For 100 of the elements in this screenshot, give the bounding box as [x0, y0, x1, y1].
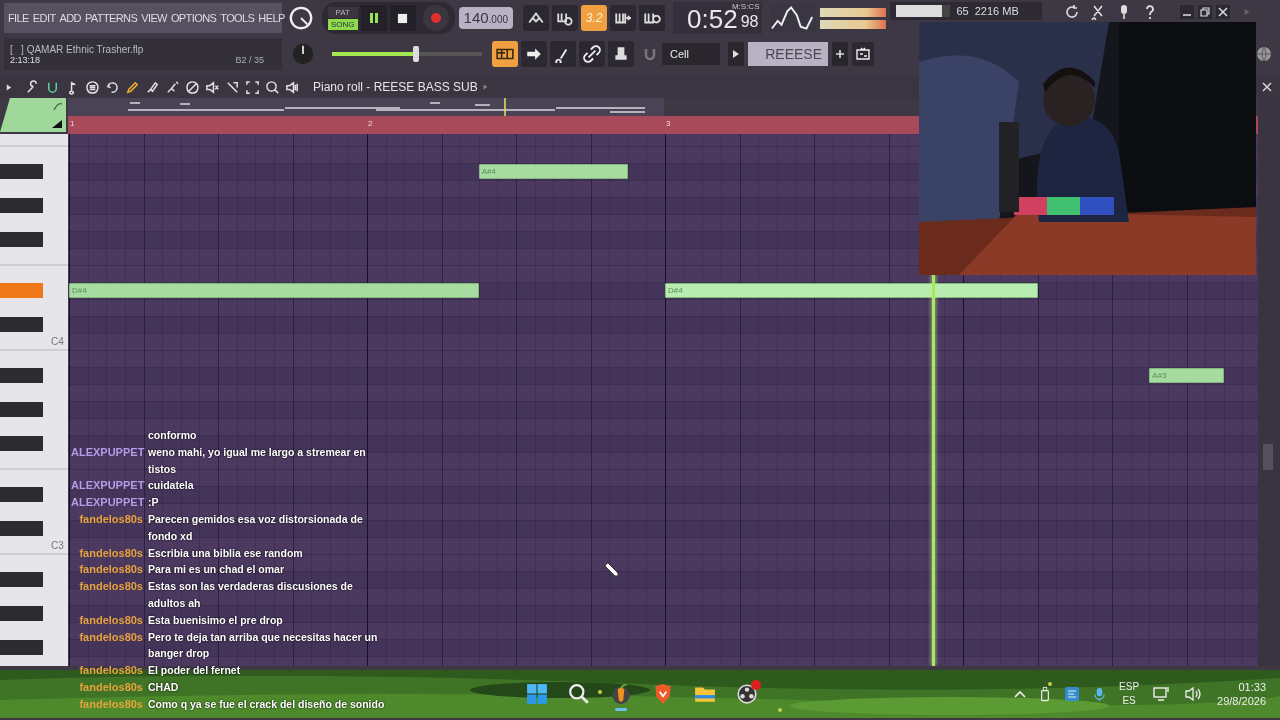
metronome-button[interactable]	[523, 5, 550, 31]
chat-username[interactable]: ALEXPUPPET	[71, 479, 145, 492]
volume-icon[interactable]	[1185, 686, 1204, 702]
wrench-icon[interactable]	[25, 79, 40, 95]
playlist-icon	[855, 46, 871, 62]
chat-username[interactable]: fandelos80s	[79, 563, 143, 576]
menu-item[interactable]: VIEW	[141, 12, 167, 24]
refresh-icon[interactable]	[1064, 4, 1081, 20]
tempo-field[interactable]: 140.000	[458, 7, 514, 29]
chat-username[interactable]: fandelos80s	[79, 630, 143, 643]
clock-time[interactable]: 01:33	[1238, 680, 1266, 694]
brush-icon[interactable]	[145, 79, 160, 95]
usb-drive-icon[interactable]	[1040, 686, 1051, 702]
undo-icon[interactable]	[105, 79, 120, 95]
select-icon[interactable]	[245, 79, 260, 95]
speaker-icon[interactable]	[285, 79, 300, 95]
bar-number: 1	[70, 119, 75, 128]
knob-icon[interactable]	[288, 5, 314, 31]
menu-item[interactable]: EDIT	[32, 12, 56, 24]
record-button[interactable]	[422, 5, 449, 31]
arrow-right-icon[interactable]	[728, 42, 744, 66]
stop-icon	[397, 12, 409, 24]
mode-option[interactable]: SONG	[328, 18, 358, 30]
active-indicator	[615, 708, 627, 711]
no-entry-icon[interactable]	[185, 79, 200, 95]
close-icon[interactable]	[1216, 5, 1231, 19]
menu-item[interactable]: ADD	[59, 12, 81, 24]
menu-item[interactable]: HELP	[258, 12, 285, 24]
slider-thumb[interactable]	[413, 46, 419, 62]
note-block[interactable]: A#4	[478, 164, 628, 179]
chat-username[interactable]: ALEXPUPPET	[71, 445, 145, 458]
mode-option[interactable]: PAT	[328, 6, 358, 18]
time-unit-label: M:S:CS	[731, 2, 760, 11]
close-icon[interactable]	[1262, 82, 1272, 92]
loop-record-button[interactable]	[552, 5, 579, 31]
chat-username[interactable]: ALEXPUPPET	[71, 496, 145, 509]
chevron-up-icon[interactable]	[1014, 690, 1027, 698]
arrow-right-button[interactable]	[521, 41, 547, 67]
app-tray-icon[interactable]	[1064, 686, 1081, 702]
lion-shield-icon[interactable]	[652, 683, 674, 705]
chat-message: Estas son las verdaderas discusiones de adultos ah	[148, 579, 354, 611]
vertical-scrollbar[interactable]	[1258, 98, 1280, 666]
menu-item[interactable]: TOOLS	[220, 12, 255, 24]
chat-message: cuidatela	[148, 478, 195, 494]
globe-icon[interactable]	[1256, 46, 1272, 62]
link-button[interactable]	[579, 41, 605, 67]
knob-icon[interactable]	[290, 41, 316, 67]
menu-item[interactable]: OPTIONS	[170, 12, 217, 24]
note-block[interactable]: D#4	[69, 283, 479, 298]
memory-reading: 2216 MB	[974, 5, 1019, 17]
note-block[interactable]: D#4	[665, 283, 1038, 298]
plugin-picker-button[interactable]	[550, 41, 576, 67]
overview-strip[interactable]	[68, 98, 664, 116]
slice-icon[interactable]	[225, 79, 240, 95]
paint-icon[interactable]	[165, 79, 180, 95]
start-icon[interactable]	[526, 683, 548, 705]
scroll-thumb[interactable]	[1263, 444, 1273, 470]
mute-icon[interactable]	[205, 79, 220, 95]
expand-arrow-icon[interactable]	[6, 82, 12, 92]
snap-dropdown[interactable]: Cell	[662, 43, 720, 65]
piano-keyboard-drawing[interactable]	[0, 134, 68, 666]
chat-username[interactable]: fandelos80s	[79, 546, 143, 559]
piano-roll-button[interactable]	[492, 41, 518, 67]
fruit-app-icon[interactable]	[610, 683, 632, 705]
note-block[interactable]: A#3	[1149, 368, 1224, 383]
restore-icon[interactable]	[1198, 5, 1213, 19]
menu-item[interactable]: PATTERNS	[84, 12, 138, 24]
stamp-icon	[612, 45, 630, 63]
chat-username[interactable]: fandelos80s	[79, 613, 143, 626]
network-icon[interactable]	[1153, 686, 1172, 702]
chat-username[interactable]: fandelos80s	[79, 680, 143, 693]
menu-item[interactable]: FILE	[8, 12, 29, 24]
pencil-icon[interactable]	[125, 79, 140, 95]
stamp-button[interactable]	[608, 41, 634, 67]
window-title: Piano roll - REESE BASS SUB	[313, 80, 478, 94]
pause-button[interactable]	[360, 5, 387, 31]
language-code[interactable]: ESP	[1119, 680, 1140, 694]
project-time: 2:13:18	[10, 54, 41, 65]
chat-username[interactable]: fandelos80s	[79, 664, 143, 677]
plus-icon[interactable]	[832, 42, 848, 66]
stop-button[interactable]	[389, 5, 416, 31]
chat-message: Escribia una biblia ese random	[148, 545, 304, 561]
step-edit-button[interactable]	[639, 5, 666, 31]
pencil-cursor-icon	[604, 562, 620, 578]
search-icon[interactable]	[568, 683, 590, 705]
clock-date[interactable]: 29/8/2026	[1217, 694, 1266, 708]
key-label: C4	[51, 336, 64, 348]
zoom-icon[interactable]	[265, 79, 280, 95]
tool-tab[interactable]	[0, 98, 68, 134]
chat-username[interactable]: fandelos80s	[79, 513, 143, 525]
keyboard-layout-code[interactable]: ES	[1122, 694, 1136, 708]
playlist-button[interactable]	[852, 42, 874, 66]
project-position: B2 / 35	[235, 54, 264, 65]
minimize-icon[interactable]	[1180, 5, 1195, 19]
bar-number: 2	[368, 119, 373, 128]
typing-keyboard-button[interactable]	[610, 5, 637, 31]
pattern-selector[interactable]: REEESE	[748, 42, 828, 66]
chat-message: Como q ya se fue el crack del diseño de sonido	[148, 696, 386, 712]
chat-message: Parecen gemidos esa voz distorsionada de fondo xd	[148, 512, 364, 544]
chat-username[interactable]: fandelos80s	[79, 580, 143, 593]
